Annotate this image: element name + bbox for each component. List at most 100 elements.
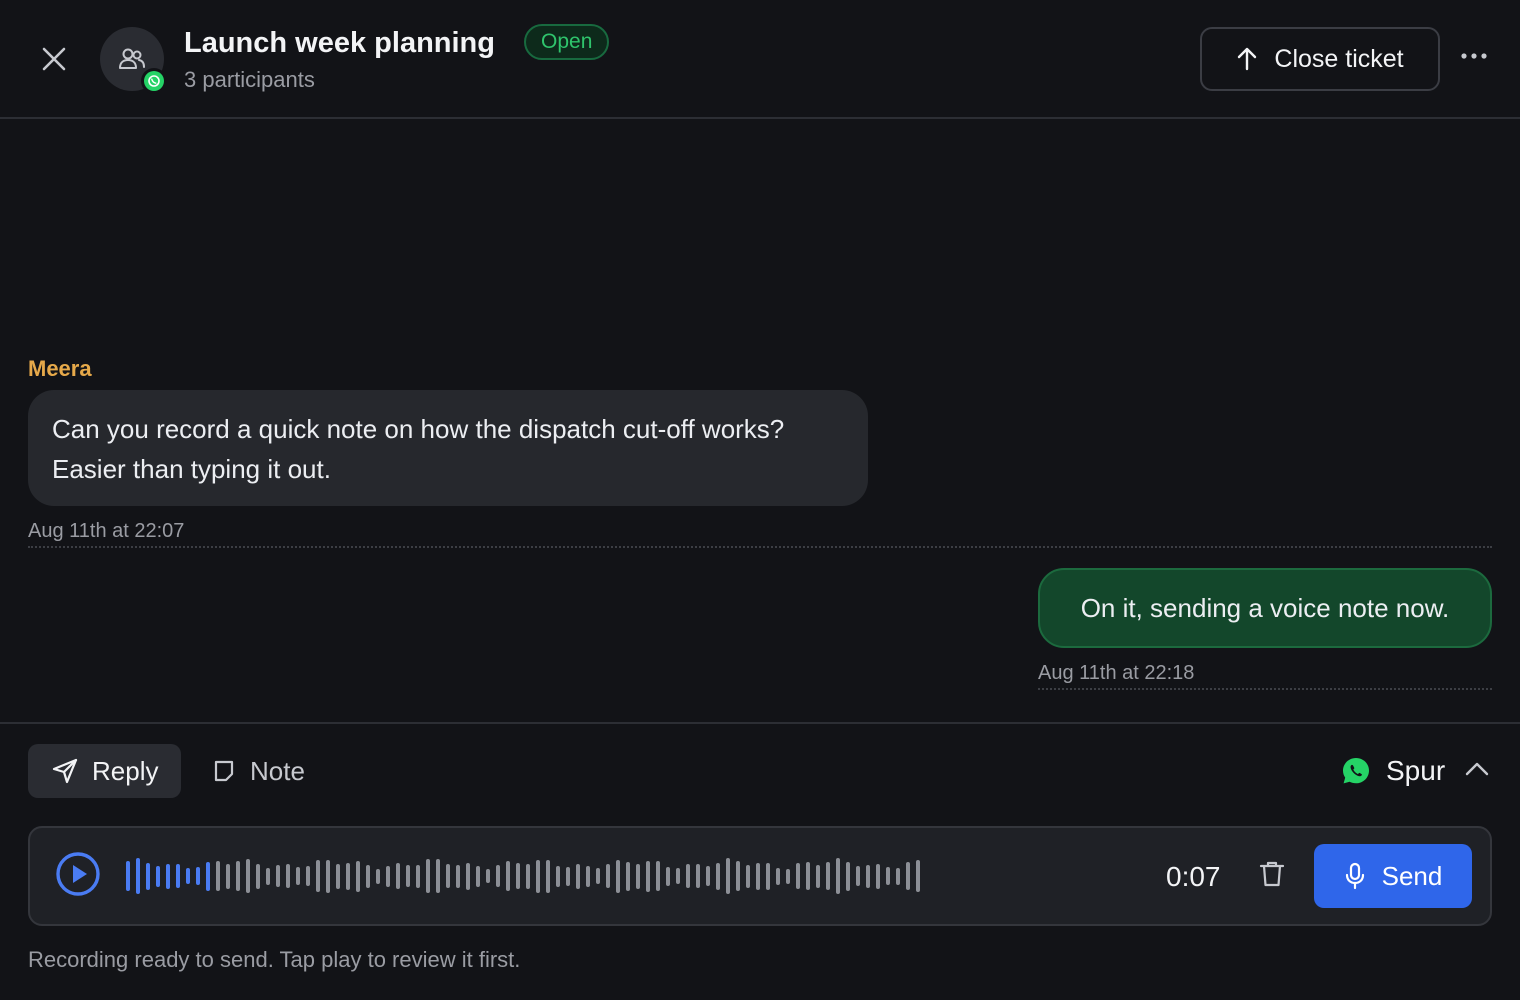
waveform-bar [756, 862, 760, 890]
waveform-bar [606, 864, 610, 888]
waveform-bar [436, 859, 440, 893]
waveform-bar [586, 865, 590, 887]
waveform-bar [566, 866, 570, 886]
waveform-bar [836, 858, 840, 894]
waveform-bar [646, 860, 650, 892]
trash-icon[interactable] [1256, 858, 1288, 890]
waveform-bar [486, 869, 490, 883]
message-timestamp: Aug 11th at 22:18 [1038, 662, 1195, 684]
channel-selector[interactable]: Spur [1340, 748, 1445, 794]
waveform-bar [916, 860, 920, 892]
waveform-bar [316, 860, 320, 892]
waveform-bar [146, 862, 150, 890]
waveform-bar [336, 863, 340, 889]
waveform-bar [656, 861, 660, 891]
recording-duration: 0:07 [1166, 861, 1221, 892]
group-users-icon [119, 48, 145, 69]
waveform-bar [766, 862, 770, 890]
waveform-bar [816, 864, 820, 888]
channel-label: Spur [1386, 755, 1446, 786]
waveform-bar [576, 863, 580, 889]
conversation-header: Launch week planning Open 3 participants… [0, 0, 1520, 119]
voice-recording-player: 0:07 Send [28, 826, 1492, 926]
waveform-bar [746, 864, 750, 888]
close-ticket-label: Close ticket [1274, 44, 1404, 73]
waveform-bar [166, 863, 170, 889]
waveform-bar [276, 865, 280, 887]
waveform-bar [376, 868, 380, 884]
waveform-bar [186, 868, 190, 884]
waveform-bar [676, 868, 680, 884]
waveform-bar [446, 864, 450, 888]
send-arrow-icon [52, 758, 78, 784]
waveform-bar [456, 864, 460, 888]
arrow-up-icon [1238, 47, 1257, 71]
close-ticket-button[interactable]: Close ticket [1200, 27, 1440, 91]
page-title: Launch week planning [184, 27, 495, 59]
waveform-bar [406, 865, 410, 887]
waveform-bar [716, 862, 720, 890]
waveform-bar [696, 864, 700, 888]
tab-reply-label: Reply [92, 755, 159, 786]
tab-note-label: Note [250, 755, 305, 786]
waveform-bar [286, 864, 290, 888]
waveform-bar [266, 867, 270, 885]
waveform-bar [156, 865, 160, 887]
waveform-bar [826, 862, 830, 890]
waveform-bar [176, 864, 180, 888]
waveform-bar [866, 864, 870, 888]
waveform-bar [236, 861, 240, 891]
play-icon[interactable] [54, 850, 102, 898]
waveform-bar [686, 864, 690, 888]
waveform-bar [706, 866, 710, 886]
message-divider [1038, 688, 1492, 690]
message-sender: Meera [28, 356, 92, 381]
waveform-bar [396, 863, 400, 889]
chevron-up-icon[interactable] [1462, 754, 1492, 784]
audio-waveform[interactable] [126, 852, 930, 900]
tab-note[interactable]: Note [196, 744, 336, 798]
waveform-bar [896, 867, 900, 885]
waveform-bar [496, 865, 500, 887]
waveform-bar [906, 862, 910, 890]
send-button[interactable]: Send [1314, 844, 1472, 908]
outgoing-message-bubble: On it, sending a voice note now. [1038, 568, 1492, 648]
waveform-bar [726, 858, 730, 894]
waveform-bar [786, 868, 790, 884]
waveform-bar [466, 862, 470, 890]
waveform-bar [666, 866, 670, 886]
waveform-bar [616, 859, 620, 893]
waveform-bar [386, 865, 390, 887]
waveform-bar [886, 867, 890, 885]
close-icon[interactable] [36, 41, 72, 77]
waveform-bar [226, 863, 230, 889]
channel-badge [141, 68, 167, 94]
waveform-bar [366, 864, 370, 888]
waveform-bar [416, 864, 420, 888]
tab-reply[interactable]: Reply [28, 744, 181, 798]
waveform-bar [126, 861, 130, 891]
composer-divider [0, 722, 1520, 724]
waveform-bar [526, 863, 530, 889]
waveform-bar [346, 862, 350, 890]
waveform-bar [846, 861, 850, 891]
waveform-bar [246, 859, 250, 893]
waveform-bar [596, 868, 600, 884]
more-horizontal-icon[interactable] [1456, 38, 1492, 74]
waveform-bar [256, 863, 260, 889]
waveform-bar [626, 861, 630, 891]
whatsapp-icon [148, 75, 160, 87]
waveform-bar [796, 863, 800, 889]
microphone-icon [1345, 862, 1364, 890]
message-divider [28, 546, 1492, 548]
waveform-bar [326, 859, 330, 893]
waveform-bar [136, 858, 140, 894]
waveform-bar [776, 867, 780, 885]
waveform-bar [506, 861, 510, 891]
waveform-bar [356, 860, 360, 892]
send-button-label: Send [1381, 860, 1443, 891]
waveform-bar [206, 861, 210, 891]
waveform-bar [296, 867, 300, 885]
waveform-bar [196, 867, 200, 885]
waveform-bar [736, 861, 740, 891]
